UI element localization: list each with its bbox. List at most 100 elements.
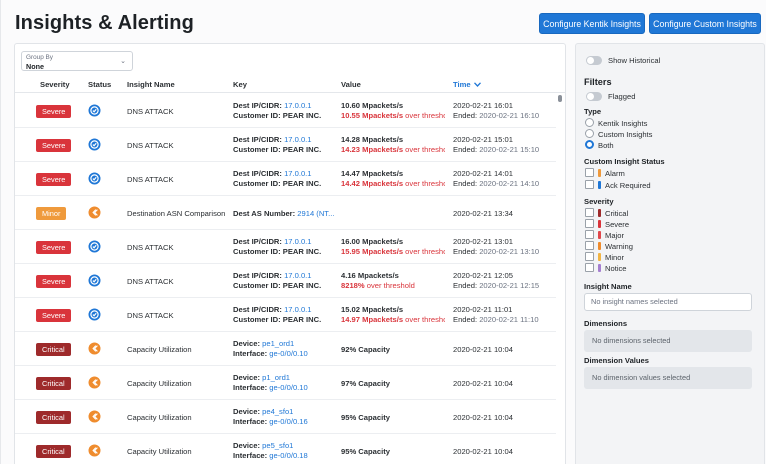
insight-name[interactable]: DNS ATTACK [127,277,174,286]
configure-kentik-insights-button[interactable]: Configure Kentik Insights [539,13,645,34]
scrollbar-thumb[interactable] [558,95,562,102]
kentik-icon [88,376,101,389]
table-row[interactable]: Severe DNS ATTACK Dest IP/CIDR: 17.0.0.1 Cu… [15,162,556,196]
type-option-label: Both [598,140,614,150]
key-link[interactable]: 17.0.0.1 [284,305,311,314]
table-row[interactable]: Severe DNS ATTACK Dest IP/CIDR: 17.0.0.1 Cu… [15,230,556,264]
key-label: Customer ID: PEAR INC. [233,111,322,120]
key-link[interactable]: 17.0.0.1 [284,237,311,246]
insight-name[interactable]: Capacity Utilization [127,413,192,422]
severity-badge: Critical [36,343,71,356]
table-row[interactable]: Critical Capacity Utilization Device: pe1_… [15,332,556,366]
table-row[interactable]: Severe DNS ATTACK Dest IP/CIDR: 17.0.0.1 Cu… [15,128,556,162]
table-row[interactable]: Critical Capacity Utilization Device: pe4_… [15,400,556,434]
flagged-toggle[interactable] [586,92,602,101]
time-ended: Ended: 2020-02-21 11:10 [453,315,539,324]
severity-checkbox[interactable] [585,219,594,228]
column-header-status[interactable]: Status [88,80,111,89]
value-cell: 95% Capacity [341,447,390,456]
severity-checkbox[interactable] [585,208,594,217]
key-label: Customer ID: PEAR INC. [233,179,322,188]
show-historical-toggle[interactable] [586,56,602,65]
severity-option-label: Warning [605,241,633,251]
severity-checkbox[interactable] [585,263,594,272]
severity-option-label: Major [605,230,624,240]
insight-name[interactable]: Capacity Utilization [127,345,192,354]
key-link[interactable]: pe5_sfo1 [262,441,293,450]
key-label: Customer ID: PEAR INC. [233,315,322,324]
key-line-1: Device: p1_ord1 [233,373,290,382]
column-header-time[interactable]: Time [453,80,481,89]
value-current: 14.47 Mpackets/s [341,169,404,178]
status-color-swatch [598,180,601,189]
insight-name[interactable]: DNS ATTACK [127,107,174,116]
time-start: 2020-02-21 13:01 [453,237,513,246]
insight-name[interactable]: DNS ATTACK [127,311,174,320]
key-link[interactable]: 17.0.0.1 [284,101,311,110]
value-over-amount: 14.97 Mpackets/s [341,315,404,324]
severity-color-swatch [598,263,601,272]
table-row[interactable]: Severe DNS ATTACK Dest IP/CIDR: 17.0.0.1 Cu… [15,94,556,128]
table-row[interactable]: Critical Capacity Utilization Device: pe5_… [15,434,556,464]
key-link[interactable]: ge-0/0/0.16 [269,417,307,426]
table-row[interactable]: Critical Capacity Utilization Device: p1_o… [15,366,556,400]
key-label: Interface: [233,383,270,392]
column-header-severity[interactable]: Severity [40,80,70,89]
type-radio[interactable] [585,129,594,138]
key-link[interactable]: p1_ord1 [262,373,290,382]
key-link[interactable]: ge-0/0/0.10 [269,383,307,392]
severity-option-label: Minor [605,252,624,262]
severity-option-label: Severe [605,219,630,229]
type-radio[interactable] [585,140,594,149]
insight-name[interactable]: DNS ATTACK [127,243,174,252]
severity-checkbox[interactable] [585,241,594,250]
insight-name[interactable]: DNS ATTACK [127,175,174,184]
dimensions-select[interactable]: No dimensions selected [584,330,752,352]
time-ended-value: 2020-02-21 14:10 [479,179,540,188]
insight-name[interactable]: Capacity Utilization [127,379,192,388]
severity-checkbox[interactable] [585,230,594,239]
check-circle-icon [88,138,101,151]
key-link[interactable]: 17.0.0.1 [284,135,311,144]
severity-color-swatch [598,230,601,239]
check-circle-icon [88,172,101,185]
flagged-label: Flagged [608,92,636,101]
key-line-2: Customer ID: PEAR INC. [233,281,321,290]
key-link[interactable]: ge-0/0/0.18 [269,451,307,460]
key-label: Customer ID: PEAR INC. [233,247,322,256]
table-row[interactable]: Minor Destination ASN Comparison Dest AS N… [15,196,556,230]
key-link[interactable]: ge-0/0/0.10 [269,349,307,358]
column-header-key[interactable]: Key [233,80,247,89]
insight-name[interactable]: Capacity Utilization [127,447,192,456]
check-circle-icon [88,308,101,321]
insight-name[interactable]: DNS ATTACK [127,141,174,150]
page-title: Insights & Alerting [15,12,194,34]
insight-name[interactable]: Destination ASN Comparison [127,209,225,218]
insight-name-select[interactable]: No insight names selected [584,293,752,311]
dimension-values-select[interactable]: No dimension values selected [584,367,752,389]
table-row[interactable]: Severe DNS ATTACK Dest IP/CIDR: 17.0.0.1 Cu… [15,264,556,298]
group-by-select[interactable]: Group By None ⌄ [21,51,133,71]
configure-custom-insights-button[interactable]: Configure Custom Insights [649,13,761,34]
severity-badge: Severe [36,241,72,254]
key-link[interactable]: 17.0.0.1 [284,169,311,178]
key-line-2: Customer ID: PEAR INC. [233,247,321,256]
key-line-2: Interface: ge-0/0/0.16 [233,417,308,426]
column-header-value[interactable]: Value [341,80,361,89]
key-link[interactable]: 2914 [297,209,314,218]
kentik-icon [88,444,101,457]
key-link[interactable]: pe1_ord1 [262,339,294,348]
status-checkbox[interactable] [585,168,594,177]
key-link[interactable]: 17.0.0.1 [284,271,311,280]
severity-checkbox[interactable] [585,252,594,261]
key-link[interactable]: pe4_sfo1 [262,407,293,416]
type-radio[interactable] [585,118,594,127]
type-option-label: Kentik Insights [598,118,648,128]
table-row[interactable]: Severe DNS ATTACK Dest IP/CIDR: 17.0.0.1 Cu… [15,298,556,332]
status-checkbox[interactable] [585,180,594,189]
insights-table-panel: Group By None ⌄ Severity Status Insight … [14,43,566,464]
table-scrollbar[interactable] [557,94,563,464]
column-header-insight-name[interactable]: Insight Name [127,80,175,89]
severity-badge: Critical [36,377,71,390]
key-label: Dest IP/CIDR: [233,101,285,110]
